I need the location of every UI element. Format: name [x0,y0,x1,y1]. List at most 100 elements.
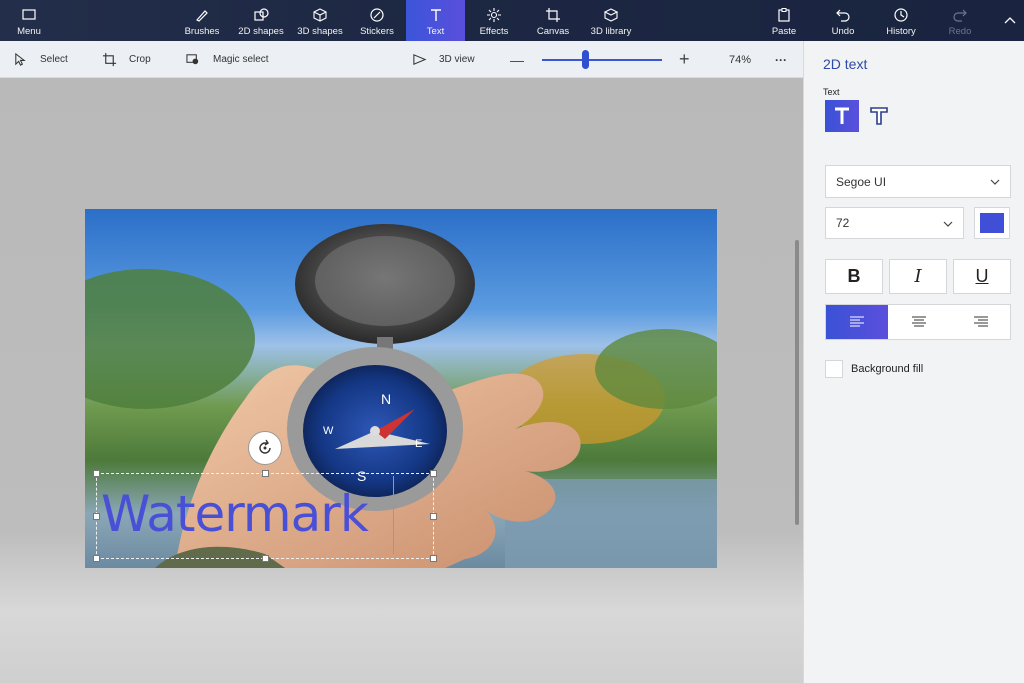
align-right-button[interactable] [950,305,1012,339]
svg-text:N: N [381,391,391,407]
sticker-icon [370,8,384,22]
menu-button[interactable]: Menu [10,0,48,41]
magic-select-label: Magic select [213,54,269,65]
bold-button[interactable]: B [825,259,883,294]
resize-handle-tm[interactable] [262,470,269,477]
history-label: History [886,26,916,37]
canvas-photo[interactable]: N S W E Watermark [85,209,717,568]
resize-handle-bm[interactable] [262,555,269,562]
zoom-out-glyph: — [510,51,524,68]
tool-canvas[interactable]: Canvas [533,0,573,41]
crop-icon [102,52,117,67]
brush-icon [196,10,208,22]
background-fill-checkbox[interactable] [825,360,843,378]
align-center-button[interactable] [888,305,950,339]
resize-handle-bl[interactable] [93,555,100,562]
rotate-icon [259,439,271,454]
zoom-out-button[interactable]: — [510,41,524,78]
font-size-value: 72 [836,216,850,230]
undo-label: Undo [831,26,855,37]
font-family-value: Segoe UI [836,174,887,189]
menu-label: Menu [17,26,41,37]
underline-glyph: U [975,266,989,286]
zoom-level: 74% [729,41,751,78]
align-left-icon [850,316,864,327]
text-properties-panel: 2D text Text Segoe UI 72 B I U Backgroun… [803,41,1024,683]
zoom-slider-track[interactable] [542,59,662,61]
tool-3d-library[interactable]: 3D library [586,0,636,41]
bold-glyph: B [847,266,861,286]
3d-view-icon [413,54,427,65]
tool-text[interactable]: Text [406,0,465,41]
tool-stickers-label: Stickers [360,26,394,37]
rotate-handle[interactable] [248,431,282,465]
canvas-crop-icon [546,8,560,22]
align-left-button[interactable] [826,305,888,339]
effects-sun-icon [487,8,501,22]
3d-view-button[interactable]: 3D view [412,41,475,78]
tool-stickers[interactable]: Stickers [355,0,399,41]
3d-library-icon [603,8,619,22]
resize-handle-tl[interactable] [93,470,100,477]
magic-select-button[interactable]: Magic select [186,41,269,78]
text-color-button[interactable] [974,207,1010,239]
paste-button[interactable]: Paste [766,0,802,41]
text-style-label: Text [823,87,840,97]
chevron-down-icon [990,179,1000,185]
tool-2d-shapes[interactable]: 2D shapes [235,0,287,41]
tool-brushes-label: Brushes [184,26,220,37]
vertical-scrollbar[interactable] [795,240,799,525]
more-options-button[interactable]: ··· [775,41,787,78]
watermark-text[interactable]: Watermark [101,484,369,544]
2d-shapes-icon [254,8,269,21]
plain-text-t-icon [835,107,849,124]
zoom-slider-thumb[interactable] [582,50,589,69]
undo-button[interactable]: Undo [826,0,860,41]
align-right-icon [974,316,988,327]
tool-2d-shapes-label: 2D shapes [238,26,284,37]
undo-icon [836,9,850,22]
paste-clipboard-icon [778,8,790,22]
tool-canvas-label: Canvas [536,26,570,37]
tool-brushes[interactable]: Brushes [180,0,224,41]
italic-button[interactable]: I [889,259,947,294]
resize-handle-tr[interactable] [430,470,437,477]
background-fill-label: Background fill [851,363,924,375]
history-clock-icon [894,8,908,22]
crop-label: Crop [129,54,151,65]
font-family-dropdown[interactable]: Segoe UI [825,165,1011,198]
panel-title: 2D text [823,56,868,72]
fancy-text-style-button[interactable] [862,100,896,132]
svg-text:W: W [323,425,334,437]
history-button[interactable]: History [882,0,920,41]
fancy-text-t-icon [870,107,888,125]
magic-select-icon [186,54,199,65]
text-color-swatch [980,213,1004,233]
more-options-glyph: ··· [775,52,787,67]
resize-handle-mr[interactable] [430,513,437,520]
select-button[interactable]: Select [13,41,68,78]
tool-text-label: Text [426,26,445,37]
zoom-in-glyph: + [679,49,690,69]
tool-3d-shapes[interactable]: 3D shapes [294,0,346,41]
chevron-down-icon [943,221,953,227]
menu-icon [22,9,36,20]
resize-handle-br[interactable] [430,555,437,562]
text-box-selection[interactable]: Watermark [93,470,437,562]
tool-effects[interactable]: Effects [474,0,514,41]
zoom-level-value: 74% [729,53,752,66]
italic-glyph: I [914,266,922,287]
crop-button[interactable]: Crop [102,41,151,78]
redo-icon [953,9,967,22]
collapse-ribbon-button[interactable] [998,0,1022,41]
resize-handle-ml[interactable] [93,513,100,520]
zoom-in-button[interactable]: + [679,41,690,78]
redo-button[interactable]: Redo [944,0,976,41]
tool-effects-label: Effects [479,26,509,37]
font-size-dropdown[interactable]: 72 [825,207,964,239]
underline-button[interactable]: U [953,259,1011,294]
3d-view-label: 3D view [439,54,475,65]
chevron-up-icon [1004,17,1016,24]
3d-cube-icon [313,8,327,22]
plain-text-style-button[interactable] [825,100,859,132]
